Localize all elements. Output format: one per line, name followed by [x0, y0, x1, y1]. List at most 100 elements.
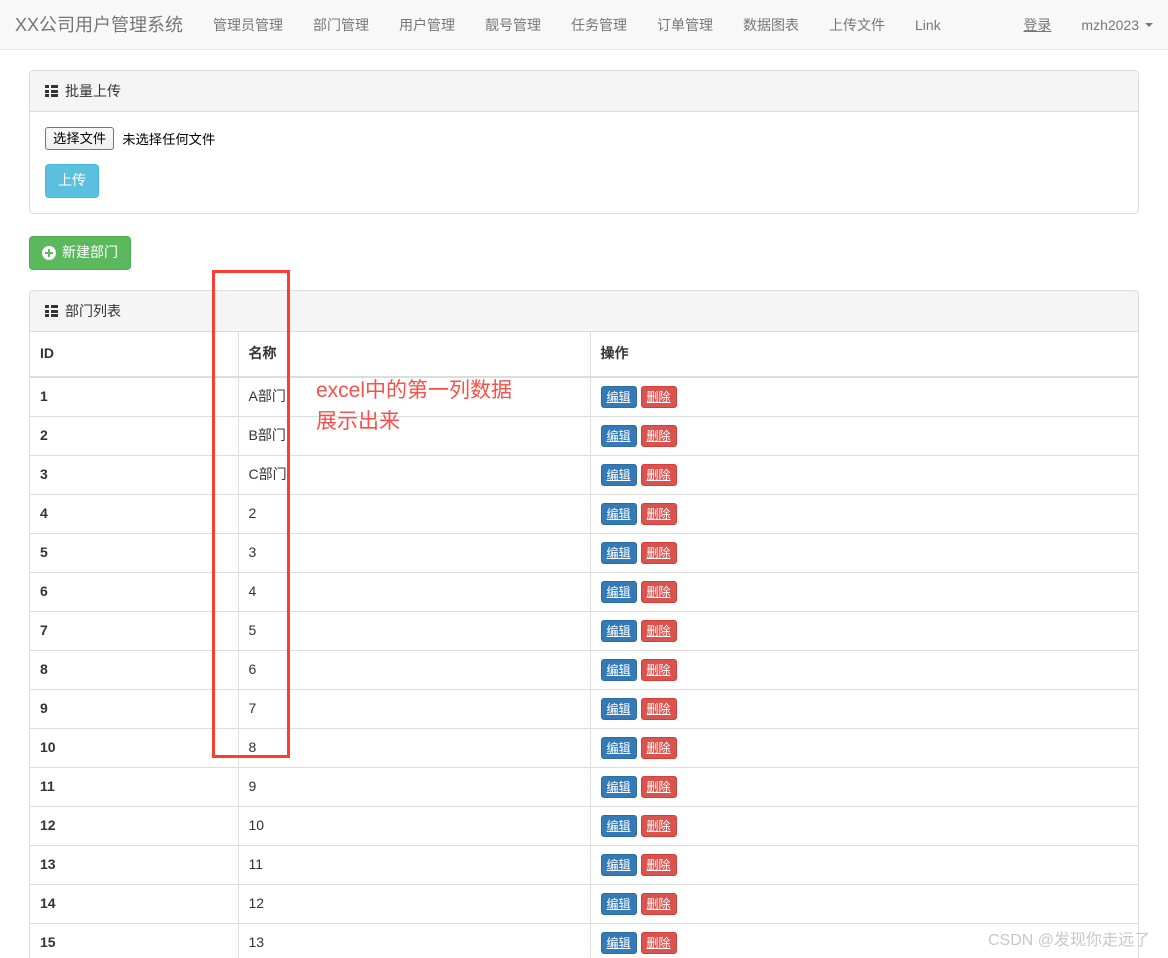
column-header-name: 名称 [237, 332, 590, 379]
edit-button[interactable]: 编辑 [600, 464, 637, 487]
delete-button[interactable]: 删除 [640, 581, 677, 604]
delete-button[interactable]: 删除 [640, 932, 677, 955]
nav-item-order-management[interactable]: 订单管理 [642, 0, 728, 50]
table-row: 6 4 编辑 删除 [30, 572, 1138, 612]
table-row: 15 13 编辑 删除 [30, 923, 1138, 958]
cell-actions: 编辑 删除 [589, 572, 1138, 612]
cell-id: 8 [30, 650, 238, 690]
delete-button[interactable]: 删除 [640, 776, 677, 799]
delete-button[interactable]: 删除 [640, 854, 677, 877]
navbar-item: 靓号管理 [470, 0, 556, 49]
nav-item-login[interactable]: 登录 [1008, 0, 1066, 50]
edit-button[interactable]: 编辑 [600, 698, 637, 721]
delete-button[interactable]: 删除 [640, 542, 677, 565]
batch-upload-panel: 批量上传 选择文件 未选择任何文件 上传 [29, 70, 1139, 215]
cell-id: 12 [30, 806, 238, 846]
delete-button[interactable]: 删除 [640, 893, 677, 916]
edit-button[interactable]: 编辑 [600, 542, 637, 565]
delete-button[interactable]: 删除 [640, 698, 677, 721]
delete-button[interactable]: 删除 [640, 425, 677, 448]
cell-actions: 编辑 删除 [589, 611, 1138, 651]
nav-item-upload-file[interactable]: 上传文件 [814, 0, 900, 50]
batch-upload-panel-body: 选择文件 未选择任何文件 上传 [30, 112, 1138, 213]
edit-button[interactable]: 编辑 [600, 503, 637, 526]
edit-button[interactable]: 编辑 [600, 581, 637, 604]
table-row: 5 3 编辑 删除 [30, 533, 1138, 573]
delete-button[interactable]: 删除 [640, 659, 677, 682]
chevron-down-icon [1145, 23, 1153, 27]
cell-name: 4 [237, 572, 590, 612]
file-status-text: 未选择任何文件 [122, 132, 216, 148]
cell-name: 13 [237, 923, 590, 958]
cell-actions: 编辑 删除 [589, 455, 1138, 495]
cell-name: B部门 [237, 416, 590, 456]
cell-actions: 编辑 删除 [589, 650, 1138, 690]
navbar-item: 订单管理 [642, 0, 728, 49]
navbar-item: 部门管理 [298, 0, 384, 49]
column-header-actions: 操作 [589, 332, 1138, 379]
table-row: 13 11 编辑 删除 [30, 845, 1138, 885]
cell-name: 9 [237, 767, 590, 807]
batch-upload-panel-heading: 批量上传 [30, 71, 1138, 112]
edit-button[interactable]: 编辑 [600, 776, 637, 799]
nav-item-task-management[interactable]: 任务管理 [556, 0, 642, 50]
cell-actions: 编辑 删除 [589, 689, 1138, 729]
edit-button[interactable]: 编辑 [600, 386, 637, 409]
file-input[interactable]: 选择文件 未选择任何文件 [45, 127, 216, 151]
cell-actions: 编辑 删除 [589, 494, 1138, 534]
department-table-scroll: ID 名称 操作 1 A部门 编辑 删除 2 B部门 编辑 删除 3 C部门 编辑 删除 4 2 编辑 删除 5 3 编… [30, 332, 1138, 958]
cell-id: 11 [30, 767, 238, 807]
navbar-item: 用户管理 [384, 0, 470, 49]
department-list-panel-heading: 部门列表 [30, 291, 1138, 333]
file-input-row: 选择文件 未选择任何文件 [45, 127, 1123, 151]
cell-name: 2 [237, 494, 590, 534]
edit-button[interactable]: 编辑 [600, 815, 637, 838]
cell-actions: 编辑 删除 [589, 416, 1138, 456]
department-table-body: 1 A部门 编辑 删除 2 B部门 编辑 删除 3 C部门 编辑 删除 4 2 编辑 删除 5 3 编辑 删除 6 4 编辑… [30, 376, 1138, 958]
edit-button[interactable]: 编辑 [600, 893, 637, 916]
delete-button[interactable]: 删除 [640, 464, 677, 487]
navbar-brand[interactable]: XX公司用户管理系统 [0, 0, 198, 50]
cell-id: 9 [30, 689, 238, 729]
cell-id: 2 [30, 416, 238, 456]
cell-name: A部门 [237, 376, 590, 417]
edit-button[interactable]: 编辑 [600, 737, 637, 760]
th-list-icon [45, 85, 58, 97]
nav-item-department-management[interactable]: 部门管理 [298, 0, 384, 50]
table-header-row: ID 名称 操作 [30, 332, 1138, 379]
new-department-button[interactable]: 新建部门 [29, 236, 131, 271]
delete-button[interactable]: 删除 [640, 620, 677, 643]
navbar-item: 管理员管理 [198, 0, 298, 49]
edit-button[interactable]: 编辑 [600, 425, 637, 448]
cell-id: 14 [30, 884, 238, 924]
edit-button[interactable]: 编辑 [600, 932, 637, 955]
cell-id: 1 [30, 376, 238, 417]
delete-button[interactable]: 删除 [640, 386, 677, 409]
edit-button[interactable]: 编辑 [600, 620, 637, 643]
delete-button[interactable]: 删除 [640, 737, 677, 760]
nav-item-user-dropdown[interactable]: mzh2023 [1066, 0, 1168, 50]
upload-submit-button[interactable]: 上传 [45, 164, 99, 199]
delete-button[interactable]: 删除 [640, 503, 677, 526]
edit-button[interactable]: 编辑 [600, 659, 637, 682]
cell-actions: 编辑 删除 [589, 884, 1138, 924]
cell-actions: 编辑 删除 [589, 845, 1138, 885]
delete-button[interactable]: 删除 [640, 815, 677, 838]
cell-name: C部门 [237, 455, 590, 495]
choose-file-button[interactable]: 选择文件 [45, 127, 115, 151]
table-row: 11 9 编辑 删除 [30, 767, 1138, 807]
nav-item-pretty-number-management[interactable]: 靓号管理 [470, 0, 556, 50]
cell-actions: 编辑 删除 [589, 806, 1138, 846]
nav-item-link[interactable]: Link [900, 0, 956, 50]
nav-item-data-charts[interactable]: 数据图表 [728, 0, 814, 50]
cell-id: 3 [30, 455, 238, 495]
nav-item-user-management[interactable]: 用户管理 [384, 0, 470, 50]
edit-button[interactable]: 编辑 [600, 854, 637, 877]
table-row: 2 B部门 编辑 删除 [30, 416, 1138, 456]
nav-item-admin-management[interactable]: 管理员管理 [198, 0, 298, 50]
cell-id: 6 [30, 572, 238, 612]
cell-name: 10 [237, 806, 590, 846]
table-row: 12 10 编辑 删除 [30, 806, 1138, 846]
navbar-item: Link [900, 0, 956, 49]
cell-actions: 编辑 删除 [589, 923, 1138, 958]
